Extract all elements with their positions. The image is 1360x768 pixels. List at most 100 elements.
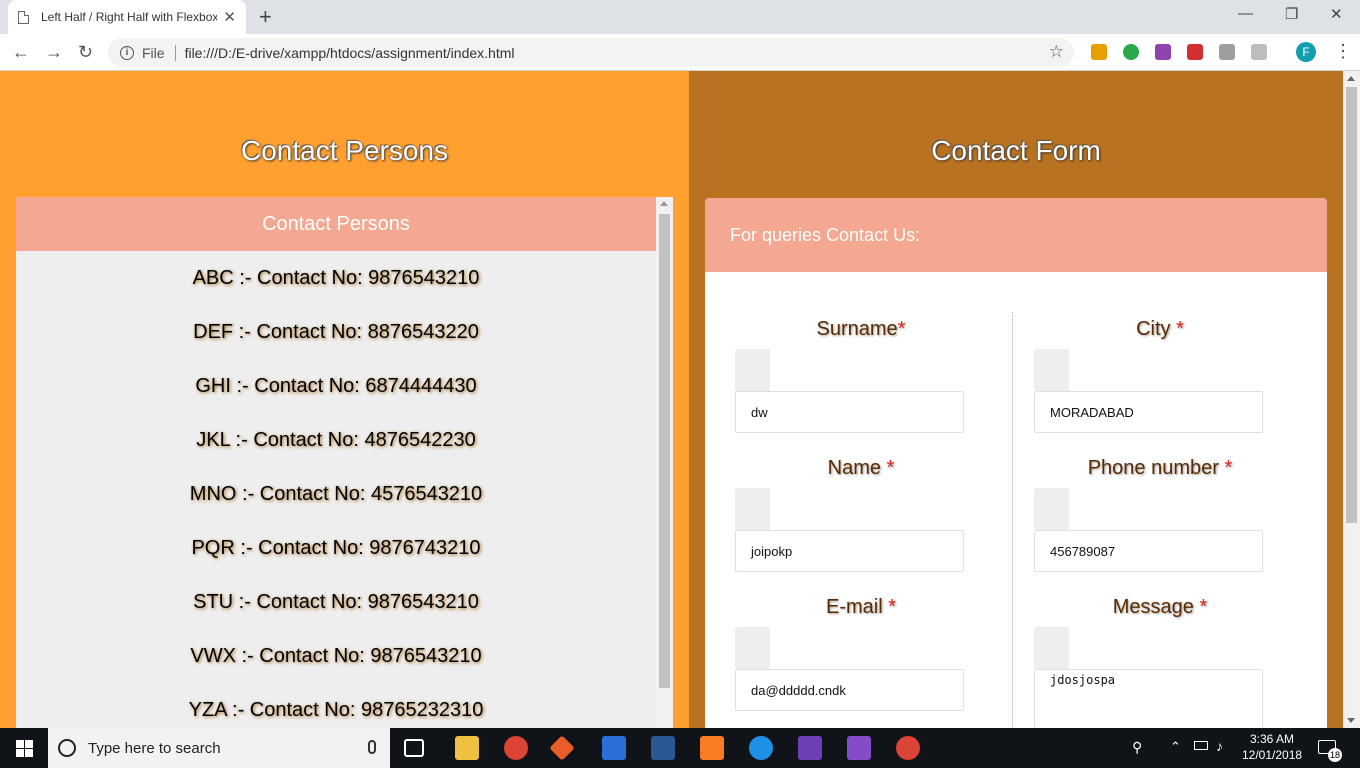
contact-person-item: MNO :- Contact No: 4576543210 <box>189 483 483 505</box>
contact-form: For queries Contact Us: Surname* dw City… <box>705 198 1327 728</box>
windows-taskbar: Type here to search ⚲ ⌃ ♪ 3:36 AM 12/01/… <box>0 728 1360 768</box>
battery-icon[interactable] <box>1194 741 1208 750</box>
city-input[interactable]: MORADABAD <box>1034 391 1263 433</box>
clock-date: 12/01/2018 <box>1242 748 1303 762</box>
extension-icon-4[interactable] <box>1187 44 1203 60</box>
chrome-icon[interactable] <box>504 736 528 760</box>
contact-person-item: GHI :- Contact No: 6874444430 <box>195 375 477 397</box>
store-icon[interactable] <box>602 736 626 760</box>
contact-person-item: DEF :- Contact No: 8876543220 <box>193 321 479 343</box>
windows-logo-icon <box>15 739 33 757</box>
page-content: Contact Persons Contact Persons ABC :- C… <box>0 71 1343 728</box>
extension-icon-6[interactable] <box>1251 44 1267 60</box>
chrome-active-icon[interactable] <box>896 736 920 760</box>
contact-person-item: STU :- Contact No: 9876543210 <box>193 591 479 613</box>
page-scroll-down-icon[interactable] <box>1347 718 1355 723</box>
taskbar-search[interactable]: Type here to search <box>48 728 390 768</box>
contact-person-item: JKL :- Contact No: 4876542230 <box>196 429 476 451</box>
page-scrollbar-thumb[interactable] <box>1346 87 1357 523</box>
url-bar[interactable]: i File file:///D:/E-drive/xampp/htdocs/a… <box>108 38 1074 67</box>
email-input[interactable]: da@ddddd.cndk <box>735 669 964 711</box>
file-explorer-icon[interactable] <box>455 736 479 760</box>
surname-input[interactable]: dw <box>735 391 964 433</box>
system-clock[interactable]: 3:36 AM 12/01/2018 <box>1242 731 1302 763</box>
git-icon[interactable] <box>549 735 575 761</box>
surname-field-group: Surname* dw <box>735 318 975 433</box>
name-field-group: Name * joipokp <box>735 457 975 572</box>
info-icon[interactable]: i <box>120 45 134 60</box>
reload-icon[interactable]: ↻ <box>78 42 93 63</box>
minimize-icon[interactable]: — <box>1238 5 1253 22</box>
email-field-group: E-mail * da@ddddd.cndk <box>735 596 975 711</box>
visual-studio-2-icon[interactable] <box>847 736 871 760</box>
phone-field-group: Phone number * 456789087 <box>1034 457 1274 572</box>
page-scrollbar[interactable] <box>1343 71 1360 728</box>
address-toolbar: ← → ↻ i File file:///D:/E-drive/xampp/ht… <box>0 34 1360 71</box>
browser-tab[interactable]: Left Half / Right Half with Flexbox ✕ <box>8 0 246 34</box>
window-close-icon[interactable]: ✕ <box>1330 5 1343 23</box>
name-input[interactable]: joipokp <box>735 530 964 572</box>
email-field-icon <box>735 627 770 669</box>
visual-studio-icon[interactable] <box>798 736 822 760</box>
left-title: Contact Persons <box>241 135 448 166</box>
url-text[interactable]: file:///D:/E-drive/xampp/htdocs/assignme… <box>185 45 515 61</box>
name-field-icon <box>735 488 770 530</box>
task-view-icon[interactable] <box>404 739 424 757</box>
bookmark-star-icon[interactable]: ☆ <box>1049 42 1064 62</box>
edge-icon[interactable] <box>749 736 773 760</box>
surname-label-text: Surname <box>816 318 898 340</box>
restore-icon[interactable]: ❐ <box>1285 5 1298 23</box>
left-half: Contact Persons Contact Persons ABC :- C… <box>0 71 689 728</box>
tray-chevron-icon[interactable]: ⌃ <box>1170 739 1181 755</box>
extension-icon-3[interactable] <box>1155 44 1171 60</box>
city-field-group: City * MORADABAD <box>1034 318 1274 433</box>
required-asterisk: * <box>897 318 906 340</box>
people-icon[interactable]: ⚲ <box>1132 739 1142 756</box>
phone-label-text: Phone number <box>1087 457 1225 479</box>
required-asterisk: * <box>1224 457 1233 479</box>
contact-person-item: PQR :- Contact No: 9876743210 <box>191 537 481 559</box>
clock-time: 3:36 AM <box>1249 732 1295 746</box>
required-asterisk: * <box>886 457 895 479</box>
persons-scrollbar-thumb[interactable] <box>659 214 670 688</box>
browser-menu-icon[interactable]: ⋮ <box>1334 41 1352 62</box>
scroll-up-arrow-icon[interactable] <box>660 201 668 206</box>
extension-icon-1[interactable] <box>1091 44 1107 60</box>
start-button[interactable] <box>0 728 48 768</box>
new-tab-button[interactable]: + <box>259 4 272 30</box>
surname-field-icon <box>735 349 770 391</box>
city-field-icon <box>1034 349 1069 391</box>
email-label: E-mail * <box>735 596 987 619</box>
url-scheme-label: File <box>142 44 165 61</box>
extension-icon-5[interactable] <box>1219 44 1235 60</box>
right-title: Contact Form <box>931 135 1101 166</box>
email-label-text: E-mail <box>825 596 889 618</box>
form-header: For queries Contact Us: <box>705 198 1327 272</box>
forward-arrow-icon[interactable]: → <box>45 42 63 63</box>
url-separator <box>174 44 176 61</box>
profile-avatar[interactable]: F <box>1296 42 1316 62</box>
volume-icon[interactable]: ♪ <box>1216 738 1223 754</box>
name-label: Name * <box>735 457 987 480</box>
word-icon[interactable] <box>651 736 675 760</box>
back-arrow-icon[interactable]: ← <box>12 42 30 63</box>
message-label: Message * <box>1034 596 1286 619</box>
xampp-icon[interactable] <box>700 736 724 760</box>
city-label: City * <box>1034 318 1286 341</box>
microphone-icon[interactable] <box>368 740 376 754</box>
contact-persons-box: Contact Persons ABC :- Contact No: 98765… <box>16 197 673 728</box>
message-field-group: Message * jdosjospa <box>1034 596 1274 728</box>
right-half: Contact Form For queries Contact Us: Sur… <box>689 71 1343 728</box>
search-placeholder: Type here to search <box>88 739 221 757</box>
document-icon <box>18 10 29 24</box>
name-label-text: Name <box>827 457 887 479</box>
extension-icon-2[interactable] <box>1123 44 1139 60</box>
message-textarea[interactable]: jdosjospa <box>1034 669 1263 728</box>
tab-close-icon[interactable]: ✕ <box>223 8 236 26</box>
page-scroll-up-icon[interactable] <box>1347 76 1355 81</box>
form-columns: Surname* dw City * MORADABAD Name * joip… <box>705 272 1327 728</box>
persons-scrollbar[interactable] <box>656 197 673 728</box>
notification-badge: 18 <box>1328 748 1342 762</box>
contact-person-item: ABC :- Contact No: 9876543210 <box>192 267 480 289</box>
phone-input[interactable]: 456789087 <box>1034 530 1263 572</box>
